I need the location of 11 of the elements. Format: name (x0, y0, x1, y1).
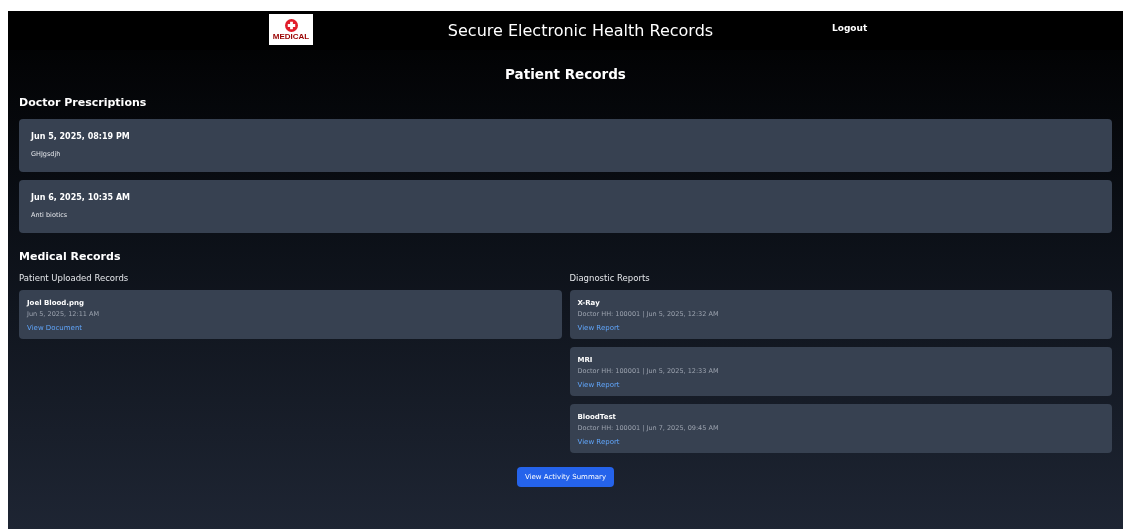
logo-text: MEDICAL (272, 32, 310, 41)
prescription-date: Jun 5, 2025, 08:19 PM (31, 132, 131, 141)
page-title: Patient Records (504, 66, 627, 82)
cross-icon (284, 18, 298, 32)
prescription-date: Jun 6, 2025, 10:35 AM (31, 193, 132, 202)
section-heading: Doctor Prescriptions (19, 96, 148, 109)
column-heading: Diagnostic Reports (569, 273, 651, 283)
logout-link[interactable]: Logout (832, 23, 868, 33)
column-heading: Patient Uploaded Records (19, 273, 130, 283)
app-title: Secure Electronic Health Records (447, 21, 714, 40)
section-heading: Medical Records (19, 250, 122, 263)
